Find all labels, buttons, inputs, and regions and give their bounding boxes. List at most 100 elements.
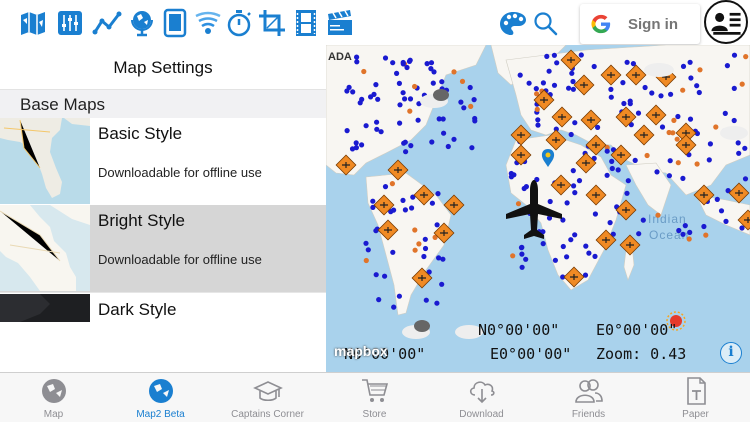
airport-dot bbox=[519, 264, 525, 270]
wifi-signal-icon[interactable] bbox=[193, 8, 223, 38]
tab-label: Paper bbox=[682, 409, 709, 420]
airport-dot bbox=[382, 273, 388, 279]
airport-dot bbox=[458, 99, 464, 105]
airport-dot bbox=[391, 304, 397, 310]
airport-dot bbox=[680, 87, 686, 93]
airport-dot bbox=[552, 257, 558, 263]
route-icon[interactable] bbox=[92, 8, 122, 38]
tablet-icon[interactable] bbox=[160, 8, 190, 38]
airport-dot bbox=[390, 249, 396, 255]
panel-title: Map Settings bbox=[0, 45, 326, 90]
airport-dot bbox=[608, 94, 614, 100]
map-label-ada: ADA bbox=[328, 51, 352, 63]
globe-icon[interactable] bbox=[128, 8, 158, 38]
cloud-download-icon bbox=[469, 381, 495, 404]
airport-dot bbox=[743, 54, 749, 60]
tab-captains-corner[interactable]: Captains Corner bbox=[214, 373, 321, 422]
globe-icon bbox=[42, 379, 66, 403]
airport-dot bbox=[407, 96, 414, 102]
airport-dot bbox=[461, 105, 467, 111]
airport-dot bbox=[675, 113, 681, 120]
airport-dot bbox=[415, 117, 421, 123]
airport-dot bbox=[402, 207, 408, 213]
airport-dot bbox=[742, 145, 748, 151]
airport-dot bbox=[389, 181, 395, 187]
coordinate-longitude-top: E0°00'00" bbox=[596, 321, 678, 339]
airport-dot bbox=[571, 183, 577, 189]
airport-dot bbox=[400, 197, 406, 203]
airport-dot bbox=[680, 63, 687, 69]
airport-dot bbox=[471, 97, 477, 103]
airport-dot bbox=[439, 79, 445, 85]
airport-dot bbox=[566, 85, 572, 91]
airport-dot bbox=[533, 86, 539, 92]
airport-dot bbox=[688, 75, 694, 81]
search-icon[interactable] bbox=[531, 9, 561, 39]
app-window: Sign in Map Settings Base Maps Basic Sty… bbox=[0, 0, 750, 422]
airport-dot bbox=[403, 149, 409, 155]
airport-dot bbox=[519, 251, 525, 257]
airport-dot bbox=[659, 124, 666, 130]
airport-dot bbox=[408, 143, 414, 149]
airport-dot bbox=[409, 205, 415, 211]
cloud-icon bbox=[720, 126, 748, 140]
tab-map2-beta[interactable]: Map2 Beta bbox=[107, 373, 214, 422]
airport-dot bbox=[396, 293, 402, 299]
airport-dot bbox=[357, 100, 363, 106]
map-style-row-dark[interactable]: Dark Style bbox=[0, 294, 326, 324]
airport-dot bbox=[706, 157, 712, 163]
airport-dot bbox=[424, 61, 430, 67]
clapperboard-icon[interactable] bbox=[325, 8, 355, 38]
map-style-row-bright[interactable]: Bright Style Downloadable for offline us… bbox=[0, 205, 326, 293]
airport-dot bbox=[697, 67, 703, 73]
airport-dot bbox=[604, 148, 610, 154]
airport-dot bbox=[703, 232, 709, 238]
map-info-button[interactable]: i bbox=[720, 342, 742, 364]
map-style-row-basic[interactable]: Basic Style Downloadable for offline use bbox=[0, 118, 326, 206]
airport-dot bbox=[363, 123, 369, 129]
airport-dot bbox=[654, 169, 660, 175]
airport-dot bbox=[373, 272, 379, 278]
style-description: Downloadable for offline use bbox=[98, 252, 262, 267]
tab-map[interactable]: Map bbox=[0, 373, 107, 422]
airport-dot bbox=[469, 145, 475, 151]
world-map-view[interactable]: Indian Ocean ADA N0°00'00" E0°00'00" N0°… bbox=[326, 45, 750, 372]
top-toolbar: Sign in bbox=[0, 0, 750, 45]
map-icon[interactable] bbox=[18, 8, 48, 38]
sliders-icon[interactable] bbox=[55, 8, 85, 38]
airport-dot bbox=[569, 70, 575, 76]
airport-dot bbox=[649, 90, 655, 96]
tab-paper[interactable]: Paper bbox=[642, 373, 749, 422]
airport-dot bbox=[401, 140, 407, 146]
mapbox-attribution-logo[interactable]: mapbox bbox=[334, 343, 388, 359]
airport-dot bbox=[731, 85, 737, 91]
stopwatch-icon[interactable] bbox=[224, 8, 254, 38]
crop-icon[interactable] bbox=[257, 8, 287, 38]
airport-dot bbox=[435, 191, 441, 197]
airport-dot bbox=[739, 81, 745, 87]
airport-dot bbox=[412, 83, 418, 90]
airport-dot bbox=[535, 117, 541, 123]
style-description: Downloadable for offline use bbox=[98, 165, 262, 180]
airport-dot bbox=[370, 198, 376, 204]
airport-dot bbox=[451, 136, 457, 142]
palette-icon[interactable] bbox=[498, 9, 528, 39]
profile-card-button[interactable] bbox=[704, 0, 748, 44]
airport-dot bbox=[742, 176, 749, 182]
airport-dot bbox=[354, 59, 360, 65]
tab-download[interactable]: Download bbox=[428, 373, 535, 422]
airport-dot bbox=[621, 100, 627, 107]
google-sign-in-button[interactable]: Sign in bbox=[580, 4, 700, 44]
airport-dot bbox=[412, 247, 418, 253]
film-icon[interactable] bbox=[291, 8, 321, 38]
airport-dot bbox=[434, 222, 440, 228]
airport-dot bbox=[620, 80, 626, 86]
ocean-label-indian: Indian bbox=[648, 212, 687, 226]
airport-dot bbox=[572, 232, 578, 238]
airport-dot bbox=[397, 102, 403, 108]
tab-store[interactable]: Store bbox=[321, 373, 428, 422]
airport-dot bbox=[572, 190, 578, 196]
airport-dot bbox=[604, 172, 610, 178]
bright-style-thumbnail bbox=[0, 205, 90, 291]
tab-friends[interactable]: Friends bbox=[535, 373, 642, 422]
